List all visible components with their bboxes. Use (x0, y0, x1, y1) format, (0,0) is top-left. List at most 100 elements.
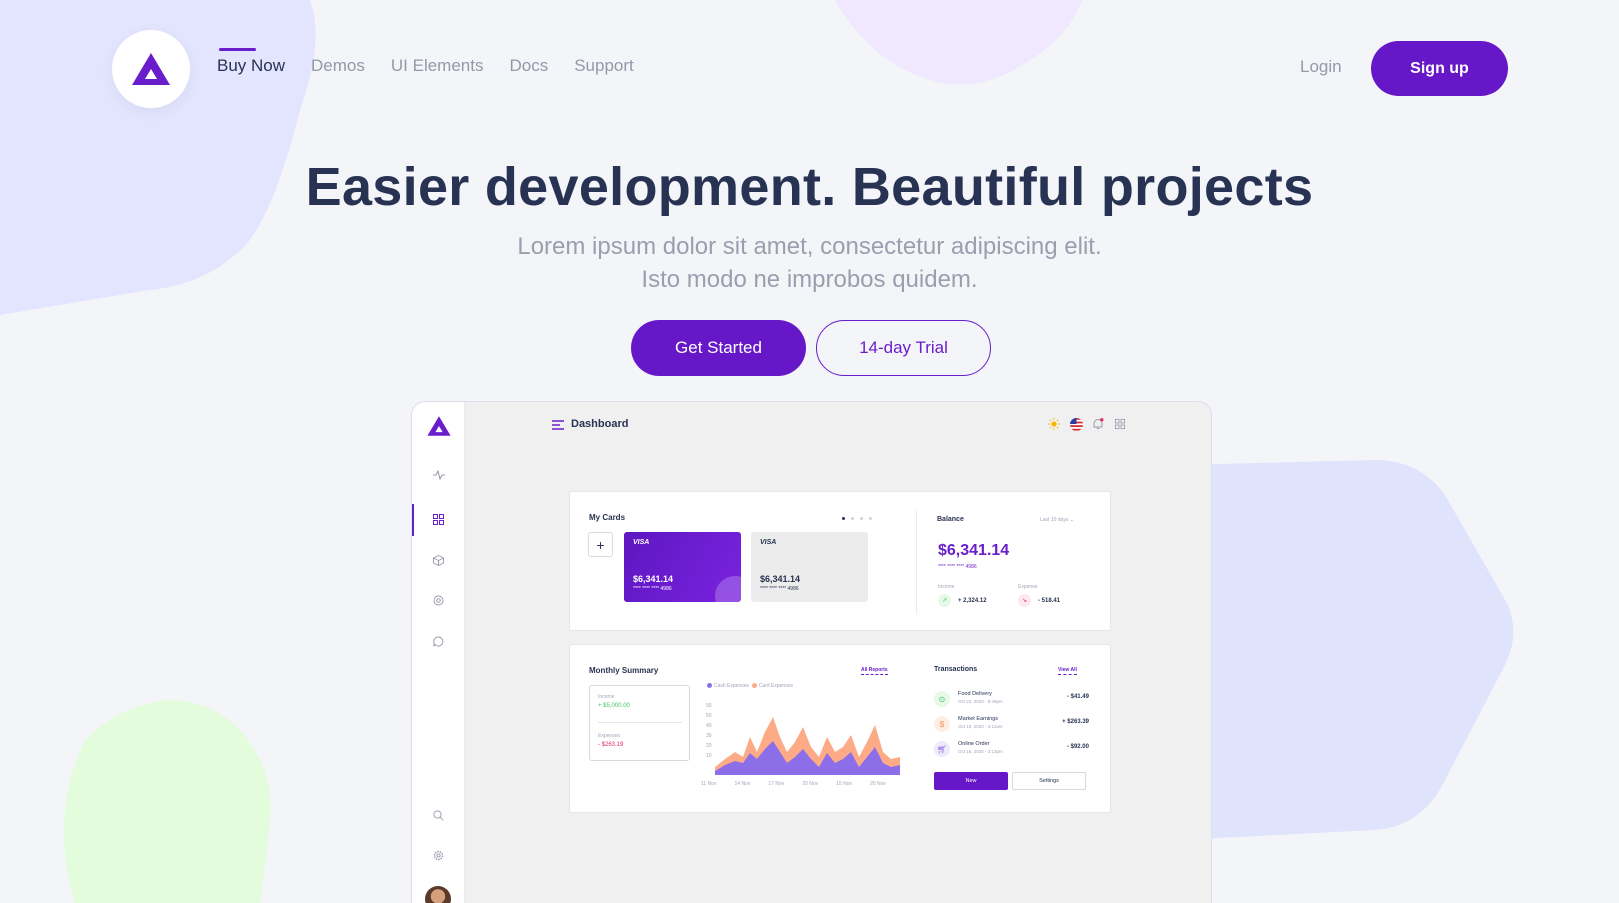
transactions-title: Transactions (934, 666, 978, 673)
login-link[interactable]: Login (1300, 57, 1342, 77)
carousel-dot[interactable] (860, 517, 863, 520)
carousel-dot[interactable] (869, 517, 872, 520)
summary-expenses-label: Expenses (598, 733, 620, 739)
x-tick: 17 Nov (768, 781, 785, 787)
hero-title: Easier development. Beautiful projects (305, 157, 1314, 217)
y-tick: 20 (706, 743, 712, 749)
transaction-name: Food Delivery (958, 691, 992, 697)
card-brand: VISA (760, 539, 777, 546)
transaction-date: Oct 16, 2020 - 2:13pm (958, 749, 1003, 754)
nav-link-ui-elements[interactable]: UI Elements (391, 56, 484, 76)
sun-icon[interactable] (1046, 416, 1062, 432)
bell-notification-icon[interactable] (1090, 416, 1106, 432)
settings-button[interactable]: Settings (1012, 772, 1086, 790)
transaction-date: Oct 18, 2020 - 3:11am (958, 724, 1003, 729)
x-tick: 14 Nov (734, 781, 751, 787)
dashboard-title: Dashboard (571, 418, 629, 430)
chart-x-axis: 11 Nov 14 Nov 17 Nov 20 Nov 15 Nov 26 No… (701, 781, 886, 787)
y-tick: 30 (706, 733, 712, 739)
card-amount: $6,341.14 (760, 574, 801, 584)
card-number: **** **** **** 4986 (760, 586, 799, 592)
view-all-link[interactable]: View All (1058, 667, 1077, 675)
x-tick: 26 Nov (870, 781, 886, 787)
summary-expenses-value: - $263.19 (598, 742, 624, 748)
menu-hamburger-icon[interactable] (552, 420, 564, 430)
summary-income-label: Income (598, 694, 615, 700)
grid-icon[interactable] (430, 511, 447, 528)
y-tick: 50 (706, 713, 712, 719)
search-icon[interactable] (430, 807, 447, 824)
trial-button[interactable]: 14-day Trial (816, 320, 991, 376)
card-number: **** **** **** 4986 (633, 586, 672, 592)
sidebar-active-indicator (412, 504, 414, 536)
user-avatar[interactable] (425, 886, 451, 903)
apps-grid-icon[interactable] (1112, 416, 1128, 432)
dashboard-preview: Dashboard My Cards + VISA $6,341.14 ****… (411, 401, 1212, 903)
expense-label: Expense (1018, 584, 1038, 590)
brand-logo[interactable] (112, 30, 190, 108)
transaction-row[interactable]: 🛒︎ Online Order Oct 16, 2020 - 2:13pm - … (934, 739, 1089, 761)
summary-box: Income + $5,000.00 Expenses - $263.19 (589, 685, 690, 761)
balance-title: Balance (937, 516, 964, 523)
chart-y-axis: 50 50 40 30 20 10 (706, 701, 712, 761)
logo-triangle-icon (132, 53, 170, 85)
new-transaction-button[interactable]: New (934, 772, 1008, 790)
y-tick: 10 (706, 753, 712, 759)
activity-icon[interactable] (430, 466, 447, 483)
legend-swatch-cash (707, 683, 712, 689)
transaction-name: Market Earnings (958, 716, 999, 722)
nav-link-demos[interactable]: Demos (311, 56, 365, 76)
carousel-dot[interactable] (851, 517, 854, 520)
top-navigation: Buy Now Demos UI Elements Docs Support L… (0, 0, 1619, 136)
chevron-down-icon: ⌄ (1069, 517, 1074, 523)
cards-balance-panel: My Cards + VISA $6,341.14 **** **** ****… (569, 491, 1111, 631)
credit-card-secondary[interactable]: VISA $6,341.14 **** **** **** 4986 (751, 532, 868, 602)
card-brand: VISA (633, 539, 650, 546)
nav-link-support[interactable]: Support (574, 56, 634, 76)
income-arrow-icon: ↗ (938, 594, 951, 607)
my-cards-title: My Cards (589, 513, 626, 522)
carousel-dot-active[interactable] (842, 517, 845, 520)
us-flag-icon[interactable] (1068, 416, 1084, 432)
all-reports-link[interactable]: All Reports (861, 667, 888, 675)
chat-icon[interactable] (430, 633, 447, 650)
card-decoration (715, 576, 741, 602)
income-label: Income (938, 584, 955, 590)
balance-period-select[interactable]: Last 10 days ⌄ (1040, 517, 1074, 523)
settings-gear-icon[interactable] (430, 847, 447, 864)
nav-link-buy-now[interactable]: Buy Now (217, 48, 285, 76)
credit-card-primary[interactable]: VISA $6,341.14 **** **** **** 4986 (624, 532, 741, 602)
signup-button[interactable]: Sign up (1371, 41, 1508, 96)
card-amount: $6,341.14 (633, 574, 674, 584)
x-tick: 15 Nov (836, 781, 853, 787)
expense-arrow-icon: ↘ (1018, 594, 1031, 607)
dollar-icon: $ (934, 716, 950, 732)
background-blob-green (63, 700, 271, 903)
summary-divider (598, 722, 682, 723)
income-value: + 2,324.12 (958, 598, 987, 604)
balance-amount: $6,341.14 (938, 542, 1010, 559)
x-tick: 20 Nov (802, 781, 819, 787)
add-card-button[interactable]: + (588, 532, 613, 557)
cpu-icon[interactable] (430, 592, 447, 609)
transaction-row[interactable]: $ Market Earnings Oct 18, 2020 - 3:11am … (934, 714, 1089, 736)
chart-legend: Cash Expenses Card Expenses (707, 683, 793, 689)
legend-cash: Cash Expenses (714, 683, 750, 689)
shopping-cart-icon: 🛒︎ (934, 741, 950, 757)
hero-subtitle-line-2: Isto modo ne improbos quidem. (641, 266, 978, 293)
preview-sidebar (412, 402, 465, 903)
transaction-date: Oct 23, 2020 - 8:49pm (958, 699, 1003, 704)
panel-divider (916, 510, 917, 614)
expense-value: - 518.41 (1038, 598, 1061, 604)
balance-period-label: Last 10 days (1040, 517, 1069, 523)
summary-income-value: + $5,000.00 (598, 703, 630, 709)
transaction-row[interactable]: ⊙ Food Delivery Oct 23, 2020 - 8:49pm - … (934, 689, 1089, 711)
transaction-name: Online Order (958, 741, 990, 747)
nav-link-docs[interactable]: Docs (509, 56, 548, 76)
balance-card-number: **** **** **** 4986 (938, 564, 977, 570)
transaction-amount: - $92.00 (1066, 744, 1089, 750)
y-tick: 50 (706, 703, 712, 709)
box-icon[interactable] (430, 552, 447, 569)
hero-subtitle: Lorem ipsum dolor sit amet, consectetur … (0, 230, 1619, 296)
get-started-button[interactable]: Get Started (631, 320, 806, 376)
